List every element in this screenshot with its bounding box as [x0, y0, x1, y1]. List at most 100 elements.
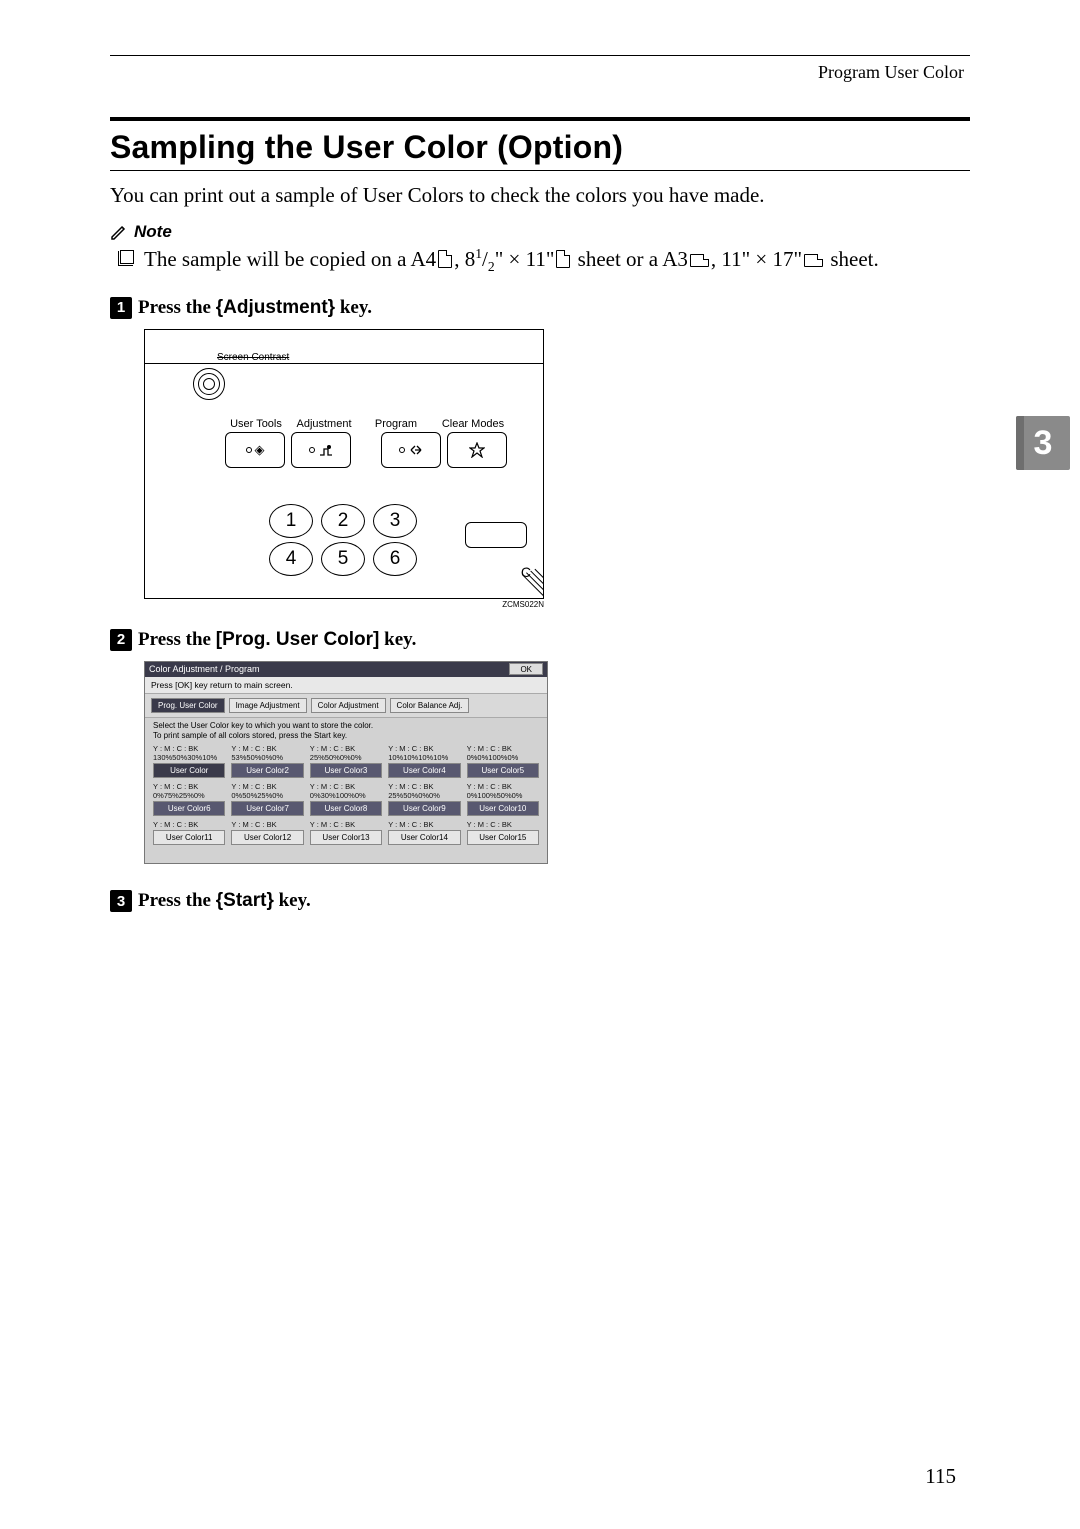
user-color-button[interactable]: User Color7 — [231, 801, 303, 816]
user-color-cell: Y : M : C : BKUser Color13 — [310, 820, 382, 845]
label-program: Program — [359, 418, 433, 430]
numpad: 1 2 3 4 5 6 — [269, 504, 425, 580]
numkey-1[interactable]: 1 — [269, 504, 313, 538]
user-color-button[interactable]: User Color8 — [310, 801, 382, 816]
step-text: Press the {Start} key. — [138, 890, 311, 912]
note-frag: The sample will be copied on a A4 — [144, 247, 436, 271]
ymcbk-label: Y : M : C : BK — [153, 782, 225, 791]
landscape-icon — [804, 254, 823, 267]
note-sub: 2 — [488, 259, 495, 274]
numkey-6[interactable]: 6 — [373, 542, 417, 576]
key-labels-row: User Tools Adjustment Program Clear Mode… — [223, 418, 543, 430]
figure-control-panel: Screen Contrast User Tools Adjustment Pr… — [144, 329, 544, 599]
figure-touchscreen: Color Adjustment / Program OK Press [OK]… — [144, 661, 548, 864]
note-heading: Note — [110, 222, 970, 242]
user-color-button[interactable]: User Color — [153, 763, 225, 778]
user-color-cell: Y : M : C : BK0%75%25%0%User Color6 — [153, 782, 225, 816]
program-key[interactable] — [381, 432, 441, 468]
screen-title: Color Adjustment / Program — [149, 664, 260, 674]
user-color-cell: Y : M : C : BKUser Color11 — [153, 820, 225, 845]
adjustment-key[interactable] — [291, 432, 351, 468]
ymcbk-values: 53%50%0%0% — [231, 753, 303, 762]
screen-contrast-label: Screen Contrast — [217, 352, 289, 363]
step-frag: key. — [379, 629, 416, 650]
user-color-cell: Y : M : C : BK25%50%0%0%User Color9 — [388, 782, 460, 816]
tab-color-adjustment[interactable]: Color Adjustment — [311, 698, 386, 713]
user-color-button[interactable]: User Color12 — [231, 830, 303, 845]
step-1: 1 Press the {Adjustment} key. — [110, 297, 970, 319]
user-color-button[interactable]: User Color14 — [388, 830, 460, 845]
portrait-icon — [438, 250, 452, 268]
ymcbk-label: Y : M : C : BK — [231, 782, 303, 791]
ymcbk-values: 25%50%0%0% — [388, 791, 460, 800]
label-clear-modes: Clear Modes — [433, 418, 513, 430]
key-row: ◈ — [225, 432, 543, 468]
clear-modes-key[interactable] — [447, 432, 507, 468]
label-user-tools: User Tools — [223, 418, 289, 430]
user-tools-key[interactable]: ◈ — [225, 432, 285, 468]
ymcbk-values: 0%30%100%0% — [310, 791, 382, 800]
ymcbk-values: 0%0%100%0% — [467, 753, 539, 762]
running-head: Program User Color — [110, 62, 964, 83]
step-3: 3 Press the {Start} key. — [110, 890, 970, 912]
user-color-button[interactable]: User Color5 — [467, 763, 539, 778]
corner-hatch-icon — [513, 568, 543, 598]
ymcbk-label: Y : M : C : BK — [153, 744, 225, 753]
ok-button[interactable]: OK — [509, 663, 543, 675]
intro-text: You can print out a sample of User Color… — [110, 183, 970, 208]
step-text: Press the [Prog. User Color] key. — [138, 629, 416, 651]
label-adjustment: Adjustment — [289, 418, 359, 430]
numkey-3[interactable]: 3 — [373, 504, 417, 538]
numkey-4[interactable]: 4 — [269, 542, 313, 576]
user-color-button[interactable]: User Color2 — [231, 763, 303, 778]
numkey-2[interactable]: 2 — [321, 504, 365, 538]
step-frag: key. — [335, 297, 372, 318]
pencil-icon — [110, 223, 128, 241]
tab-row: Prog. User Color Image Adjustment Color … — [145, 694, 547, 718]
user-color-button[interactable]: User Color3 — [310, 763, 382, 778]
instr-line: Select the User Color key to which you w… — [153, 721, 539, 731]
user-color-grid: Y : M : C : BK130%50%30%10%User ColorY :… — [145, 740, 547, 849]
user-color-button[interactable]: User Color15 — [467, 830, 539, 845]
tab-prog-user-color[interactable]: Prog. User Color — [151, 698, 225, 713]
ymcbk-label: Y : M : C : BK — [388, 744, 460, 753]
user-color-button[interactable]: User Color9 — [388, 801, 460, 816]
tab-color-balance[interactable]: Color Balance Adj. — [390, 698, 470, 713]
rule-thick — [110, 117, 970, 121]
screen-subtitle: Press [OK] key return to main screen. — [145, 677, 547, 694]
user-color-button[interactable]: User Color6 — [153, 801, 225, 816]
ymcbk-values: 25%50%0%0% — [310, 753, 382, 762]
note-frag: sheet. — [825, 247, 879, 271]
tab-image-adjustment[interactable]: Image Adjustment — [229, 698, 307, 713]
ymcbk-values: 0%50%25%0% — [231, 791, 303, 800]
landscape-icon — [690, 254, 709, 267]
note-body: The sample will be copied on a A4, 81/2"… — [120, 244, 970, 277]
user-color-button[interactable]: User Color4 — [388, 763, 460, 778]
ymcbk-label: Y : M : C : BK — [467, 820, 539, 829]
user-color-cell: Y : M : C : BK25%50%0%0%User Color3 — [310, 744, 382, 778]
step-number: 3 — [110, 890, 132, 912]
user-color-cell: Y : M : C : BK0%0%100%0%User Color5 — [467, 744, 539, 778]
ymcbk-values: 130%50%30%10% — [153, 753, 225, 762]
ymcbk-label: Y : M : C : BK — [467, 744, 539, 753]
note-label: Note — [134, 222, 172, 242]
user-color-cell: Y : M : C : BK0%50%25%0%User Color7 — [231, 782, 303, 816]
note-sup: 1 — [475, 246, 482, 261]
ymcbk-values: 10%10%10%10% — [388, 753, 460, 762]
instr-line: To print sample of all colors stored, pr… — [153, 731, 539, 741]
user-color-button[interactable]: User Color13 — [310, 830, 382, 845]
ymcbk-label: Y : M : C : BK — [388, 782, 460, 791]
user-color-button[interactable]: User Color11 — [153, 830, 225, 845]
numkey-5[interactable]: 5 — [321, 542, 365, 576]
note-frag: , 8 — [454, 247, 475, 271]
screen-instruction: Select the User Color key to which you w… — [145, 718, 547, 740]
user-color-button[interactable]: User Color10 — [467, 801, 539, 816]
ymcbk-label: Y : M : C : BK — [231, 744, 303, 753]
ymcbk-label: Y : M : C : BK — [467, 782, 539, 791]
step-2: 2 Press the [Prog. User Color] key. — [110, 629, 970, 651]
note-frag: sheet or a A3 — [572, 247, 687, 271]
ymcbk-label: Y : M : C : BK — [388, 820, 460, 829]
step-number: 1 — [110, 297, 132, 319]
rule-thin — [110, 170, 970, 171]
side-key[interactable] — [465, 522, 527, 548]
